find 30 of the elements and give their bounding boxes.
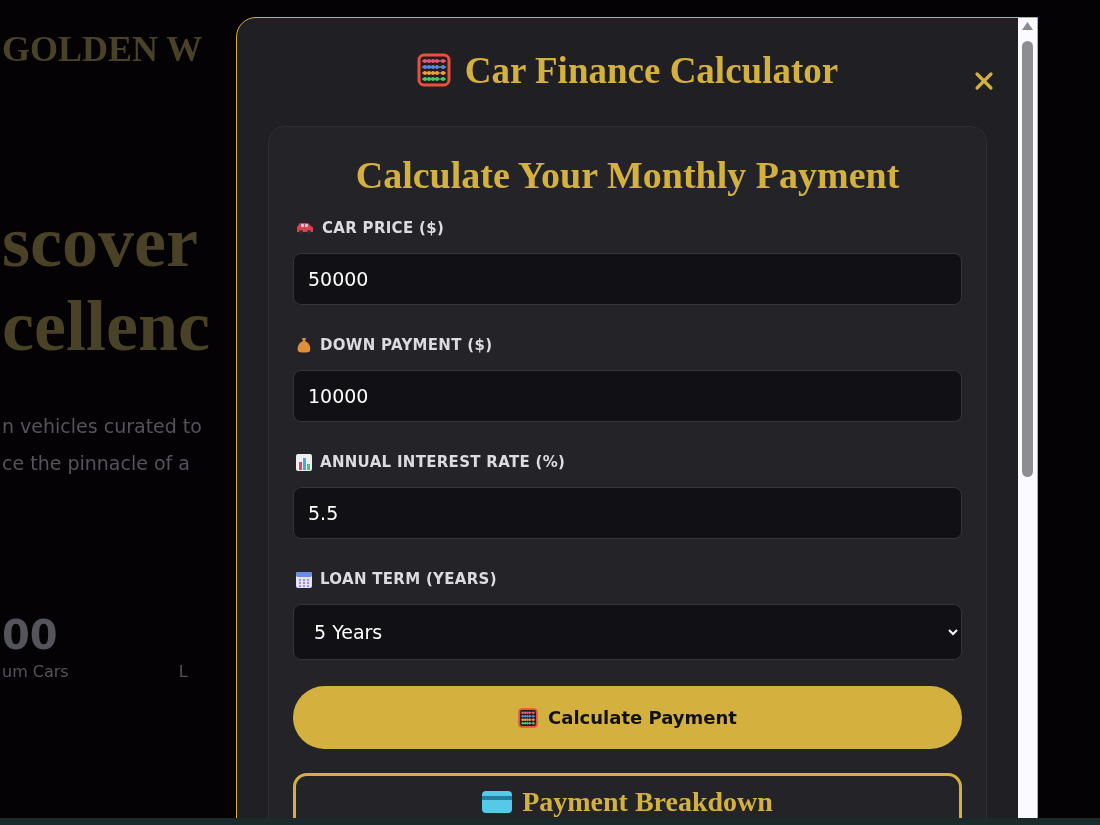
result-heading: Payment Breakdown [522, 786, 773, 818]
hero-headline: scover [2, 201, 199, 284]
car-icon [296, 222, 314, 234]
hero-tagline: ce the pinnacle of a [2, 451, 191, 476]
hero-tagline: n vehicles curated to [2, 414, 202, 439]
abacus-icon [416, 53, 451, 87]
field-label: LOAN TERM (YEARS) [320, 570, 497, 588]
brand-title: GOLDEN W [2, 28, 203, 70]
stat-value: 00 [2, 612, 59, 658]
field-label: ANNUAL INTEREST RATE (%) [320, 453, 566, 471]
number-input[interactable]: 10000 [293, 370, 962, 422]
stat-label: L [178, 662, 188, 681]
scrollbar[interactable] [1018, 18, 1037, 819]
bar-chart-icon [296, 453, 312, 471]
calculate-button[interactable]: Calculate Payment [293, 686, 962, 749]
number-input[interactable]: 50000 [293, 253, 962, 305]
loan-term-select[interactable]: 5 Years [293, 604, 962, 660]
money-bag-icon [296, 336, 312, 354]
abacus-icon [518, 707, 539, 728]
card-heading: Calculate Your Monthly Payment [354, 153, 901, 197]
scrollbar-thumb[interactable] [1022, 41, 1033, 477]
field-label: DOWN PAYMENT ($) [320, 336, 493, 354]
stat-label: um Cars [2, 662, 69, 681]
scroll-up-icon[interactable] [1022, 22, 1033, 30]
hero-headline: cellenc [2, 285, 210, 368]
number-input[interactable]: 5.5 [293, 487, 962, 539]
calendar-icon [296, 570, 312, 588]
credit-card-icon [482, 791, 513, 813]
modal-title: Car Finance Calculator [464, 48, 839, 92]
field-label: CAR PRICE ($) [322, 219, 445, 237]
